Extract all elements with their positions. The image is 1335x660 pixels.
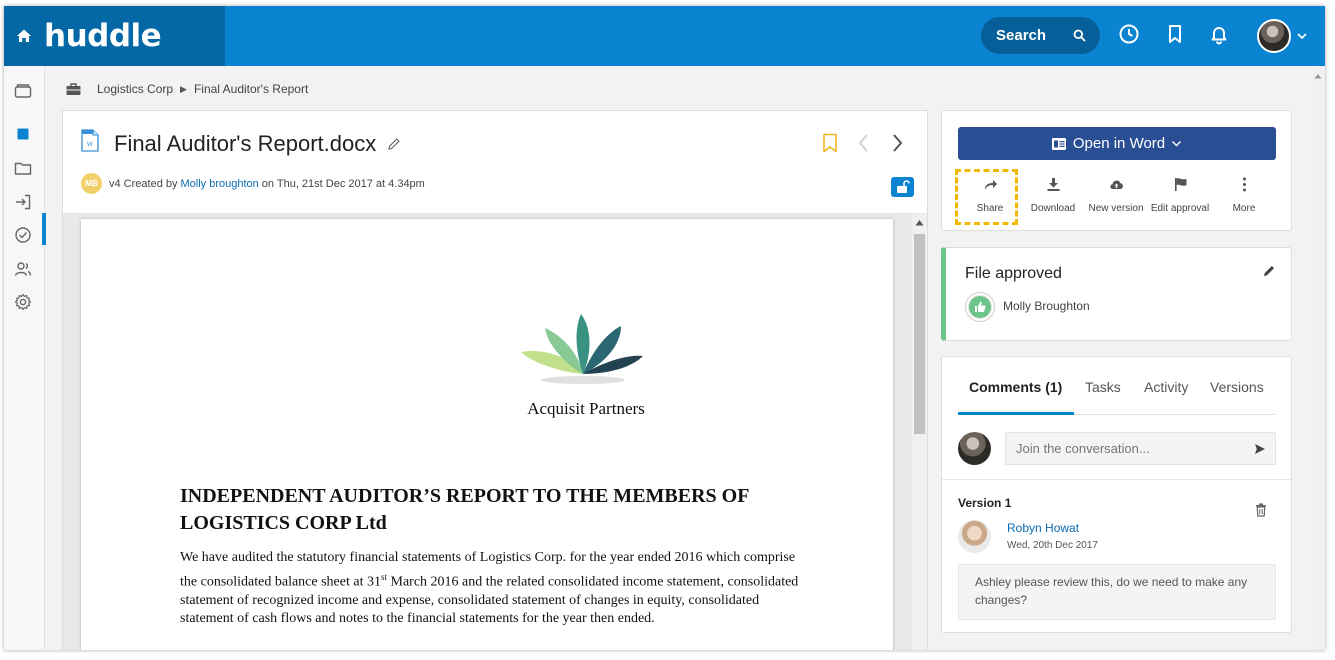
document-preview[interactable]: Acquisit Partners INDEPENDENT AUDITOR’S … (63, 214, 927, 650)
next-chevron-icon[interactable] (889, 132, 905, 154)
settings-gear-icon[interactable] (13, 292, 33, 312)
breadcrumb: Logistics Corp ▶ Final Auditor's Report (66, 80, 308, 98)
edit-approval-button[interactable]: Edit approval (1145, 177, 1215, 225)
download-icon (1047, 178, 1059, 191)
people-icon[interactable] (13, 259, 33, 279)
search-label: Search (996, 27, 1047, 44)
document-panel: W Final Auditor's Report.docx MB v4 Crea… (62, 110, 928, 650)
approval-status: File approved (965, 265, 1062, 282)
home-icon[interactable] (16, 28, 32, 44)
open-in-word-button[interactable]: Open in Word (958, 127, 1276, 160)
thumbs-up-icon (969, 296, 991, 318)
report-title: INDEPENDENT AUDITOR’S REPORT TO THE MEMB… (180, 485, 749, 534)
lotus-logo (521, 314, 643, 384)
company-name-text: Acquisit Partners (527, 399, 645, 418)
document-title: Final Auditor's Report.docx (114, 131, 377, 156)
author-initials-badge: MB (81, 173, 102, 194)
meta-prefix: v4 Created by (109, 177, 178, 190)
page-scrollbar[interactable] (1311, 66, 1325, 650)
file-actions-card: Open in Word Share Download New version … (941, 110, 1292, 231)
comment-date: Wed, 20th Dec 2017 (1007, 540, 1098, 551)
open-in-word-label: Open in Word (1072, 135, 1166, 152)
unlock-icon (897, 180, 910, 193)
sidebar-tabs: Comments (1) Tasks Activity Versions (958, 357, 1276, 415)
sign-in-icon[interactable] (13, 192, 33, 212)
huddle-logo[interactable]: huddle (44, 18, 162, 54)
scroll-up-icon[interactable] (1314, 73, 1322, 79)
rail-active-indicator (42, 213, 46, 245)
trash-icon[interactable] (1255, 503, 1267, 517)
clock-icon[interactable] (1118, 23, 1140, 45)
briefcase-icon (66, 82, 81, 95)
new-version-button[interactable]: New version (1081, 177, 1151, 225)
search-button[interactable]: Search (981, 17, 1100, 54)
share-highlight-box (955, 169, 1018, 225)
current-user-avatar (958, 432, 991, 465)
app-window: huddle Search Logistics Corp ▶ Final Aud… (4, 6, 1325, 650)
author-link[interactable]: Molly broughton (180, 178, 258, 190)
approver-avatar (966, 293, 994, 321)
tab-versions[interactable]: Versions (1210, 379, 1264, 395)
folder-icon[interactable] (13, 158, 33, 178)
dashboard-icon[interactable] (13, 124, 33, 144)
cloud-upload-icon (1109, 180, 1123, 190)
meta-suffix: on Thu, 21st Dec 2017 at 4.34pm (261, 177, 425, 190)
bookmark-icon[interactable] (1164, 23, 1186, 45)
brand-area[interactable]: huddle (4, 6, 225, 66)
more-button[interactable]: More (1209, 177, 1279, 225)
user-avatar[interactable] (1257, 19, 1291, 53)
more-label: More (1232, 203, 1256, 214)
report-body: We have audited the statutory financial … (180, 549, 800, 629)
tab-tasks[interactable]: Tasks (1085, 379, 1121, 395)
chevron-down-icon[interactable] (1296, 30, 1308, 42)
left-rail (4, 66, 46, 650)
active-tab-underline (958, 412, 1074, 415)
word-file-icon: W (81, 129, 99, 152)
previous-chevron-icon[interactable] (856, 132, 872, 154)
edit-approval-label: Edit approval (1150, 203, 1210, 214)
edit-pencil-icon[interactable] (387, 137, 401, 151)
comments-divider (942, 479, 1291, 480)
new-version-label: New version (1088, 203, 1144, 214)
breadcrumb-workspace[interactable]: Logistics Corp (97, 82, 173, 96)
commenter-avatar (958, 520, 991, 553)
approver-name: Molly Broughton (1003, 299, 1090, 313)
search-icon (1073, 29, 1086, 42)
scroll-up-icon[interactable] (915, 219, 924, 226)
document-header: W Final Auditor's Report.docx MB v4 Crea… (63, 111, 927, 214)
workspaces-icon[interactable] (13, 80, 33, 100)
bookmark-icon[interactable] (821, 133, 839, 153)
word-icon (1051, 137, 1066, 150)
svg-text:W: W (87, 142, 93, 148)
tab-comments[interactable]: Comments (1) (969, 379, 1062, 395)
edit-approval-pencil-icon[interactable] (1262, 264, 1276, 278)
document-scrollbar-thumb[interactable] (914, 234, 925, 434)
commenter-name[interactable]: Robyn Howat (1007, 521, 1079, 535)
comment-input[interactable] (1005, 432, 1276, 465)
download-label: Download (1030, 203, 1076, 214)
document-scrollbar[interactable] (912, 214, 927, 650)
send-icon[interactable] (1254, 443, 1266, 455)
company-name: Acquisit Partners (81, 399, 893, 419)
document-page: Acquisit Partners INDEPENDENT AUDITOR’S … (81, 219, 893, 650)
download-button[interactable]: Download (1018, 177, 1088, 225)
more-vertical-icon (1242, 177, 1246, 192)
flag-icon (1174, 178, 1186, 191)
comments-card: Comments (1) Tasks Activity Versions Ver… (941, 356, 1292, 633)
top-bar: huddle Search (4, 6, 1325, 66)
chevron-down-icon (1172, 141, 1182, 147)
version-label: Version 1 (958, 496, 1012, 510)
document-meta: MB v4 Created by Molly broughton on Thu,… (81, 173, 425, 194)
unlock-button[interactable] (891, 177, 914, 197)
breadcrumb-current[interactable]: Final Auditor's Report (194, 82, 308, 96)
tasks-check-icon[interactable] (13, 225, 33, 245)
comment-text: Ashley please review this, do we need to… (958, 564, 1276, 620)
approval-card: File approved Molly Broughton (941, 247, 1292, 341)
breadcrumb-separator-icon: ▶ (180, 83, 187, 94)
tab-activity[interactable]: Activity (1144, 379, 1188, 395)
bell-icon[interactable] (1208, 23, 1230, 45)
